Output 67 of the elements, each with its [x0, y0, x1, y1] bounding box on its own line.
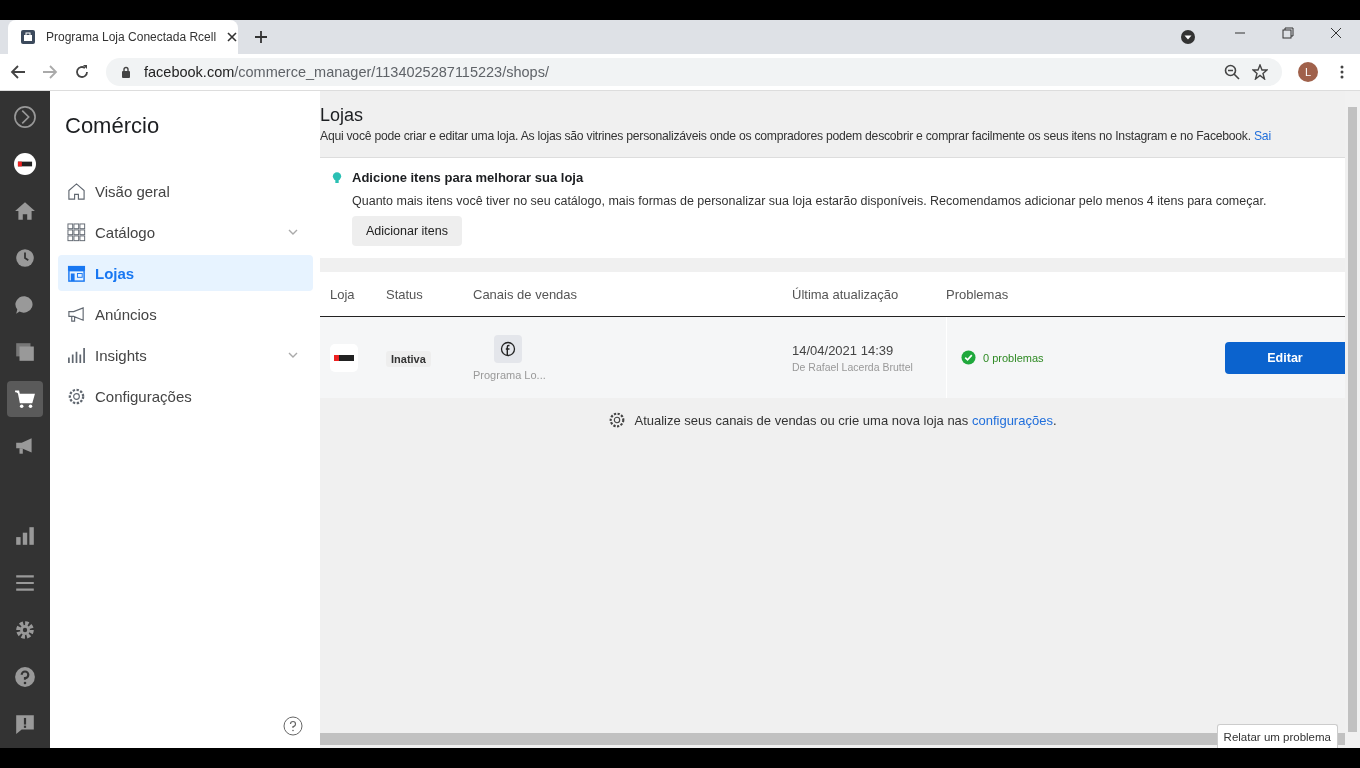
facebook-channel-icon	[494, 334, 522, 363]
sidebar-item[interactable]: Anúncios	[58, 296, 313, 332]
check-icon	[961, 350, 976, 365]
tip-title: Adicione itens para melhorar sua loja	[352, 170, 585, 185]
store-logo-icon	[14, 153, 36, 175]
plus-icon[interactable]	[254, 30, 268, 44]
cart-icon	[14, 388, 36, 410]
sidebar-item[interactable]: Insights	[58, 337, 313, 373]
report-problem-button[interactable]: Relatar um problema	[1216, 724, 1338, 748]
tab-title: Programa Loja Conectada Rcell	[46, 30, 217, 44]
problems-count: 0 problemas	[983, 351, 1044, 364]
close-icon[interactable]	[226, 31, 239, 43]
status-badge: Inativa	[386, 350, 431, 367]
column-header: Loja	[329, 286, 356, 302]
browser-tab[interactable]: Programa Loja Conectada Rcell	[8, 20, 238, 54]
add-items-button[interactable]: Adicionar itens	[352, 216, 462, 246]
reload-icon[interactable]	[74, 64, 90, 80]
clock-icon	[14, 247, 36, 269]
close-icon[interactable]	[1330, 27, 1342, 39]
menu-icon	[14, 572, 36, 594]
store-logo-icon	[330, 343, 358, 372]
page-description: Aqui você pode criar e editar uma loja. As lojas são vitrines personalizáveis onde os compradores podem descobrir e comprar facilmente os seus itens no Instagram e no Facebook. Sai	[320, 129, 1272, 143]
star-icon[interactable]	[1252, 64, 1268, 80]
megaphone-icon	[67, 304, 86, 324]
settings-icon	[67, 386, 86, 406]
column-header: Status	[386, 286, 424, 302]
bar-chart-icon	[14, 525, 36, 547]
bar-chart-icon	[67, 345, 86, 365]
settings-icon	[14, 619, 36, 641]
lightbulb-icon	[332, 171, 342, 185]
profile-avatar[interactable]: L	[1298, 62, 1318, 82]
column-header: Problemas	[946, 286, 1010, 302]
channel-name: Programa Lo...	[473, 368, 546, 381]
store-icon	[67, 263, 86, 283]
help-icon[interactable]	[283, 716, 303, 736]
back-icon[interactable]	[10, 64, 26, 80]
help-icon	[14, 666, 36, 688]
sidebar-item[interactable]: Visão geral	[58, 173, 313, 209]
sidebar-item[interactable]: Lojas	[58, 255, 313, 291]
page-title: Lojas	[320, 105, 365, 126]
lock-icon	[120, 66, 132, 78]
tip-text: Quanto mais itens você tiver no seu catálogo, mais formas de personalizar sua loja estarão disponíveis. Recomendamos adicionar pelo menos 4 itens para começar.	[352, 194, 1267, 208]
learn-link[interactable]: Sai	[1253, 129, 1271, 143]
address-field[interactable]: facebook.com/commerce_manager/1134025287115223/shops/	[106, 58, 1282, 86]
note-text: Atualize seus canais de vendas ou crie uma nova loja nas configurações.	[634, 412, 1057, 428]
column-header: Última atualização	[792, 286, 900, 302]
update-author: De Rafael Lacerda Bruttel	[792, 360, 914, 373]
sidebar-item[interactable]: Configurações	[58, 378, 313, 414]
update-date: 14/04/2021 14:39	[792, 342, 895, 358]
sidebar-title: Comércio	[65, 113, 161, 139]
restore-icon[interactable]	[1282, 27, 1294, 39]
settings-icon	[608, 411, 627, 429]
page-icon	[20, 29, 36, 45]
settings-link[interactable]: configurações	[971, 412, 1053, 428]
horizontal-scrollbar[interactable]	[320, 733, 1345, 745]
feedback-icon	[14, 713, 36, 735]
rail-item[interactable]	[7, 381, 43, 417]
pages-icon	[14, 341, 36, 363]
grid-icon	[67, 222, 86, 242]
home-icon	[14, 200, 36, 222]
home-icon	[67, 181, 86, 201]
compass-icon	[14, 106, 36, 128]
edit-button[interactable]: Editar	[1225, 341, 1345, 374]
column-header: Canais de vendas	[473, 286, 579, 302]
sidebar-item[interactable]: Catálogo	[58, 214, 313, 250]
dropdown-icon[interactable]	[1180, 29, 1196, 45]
zoom-icon[interactable]	[1224, 64, 1240, 80]
